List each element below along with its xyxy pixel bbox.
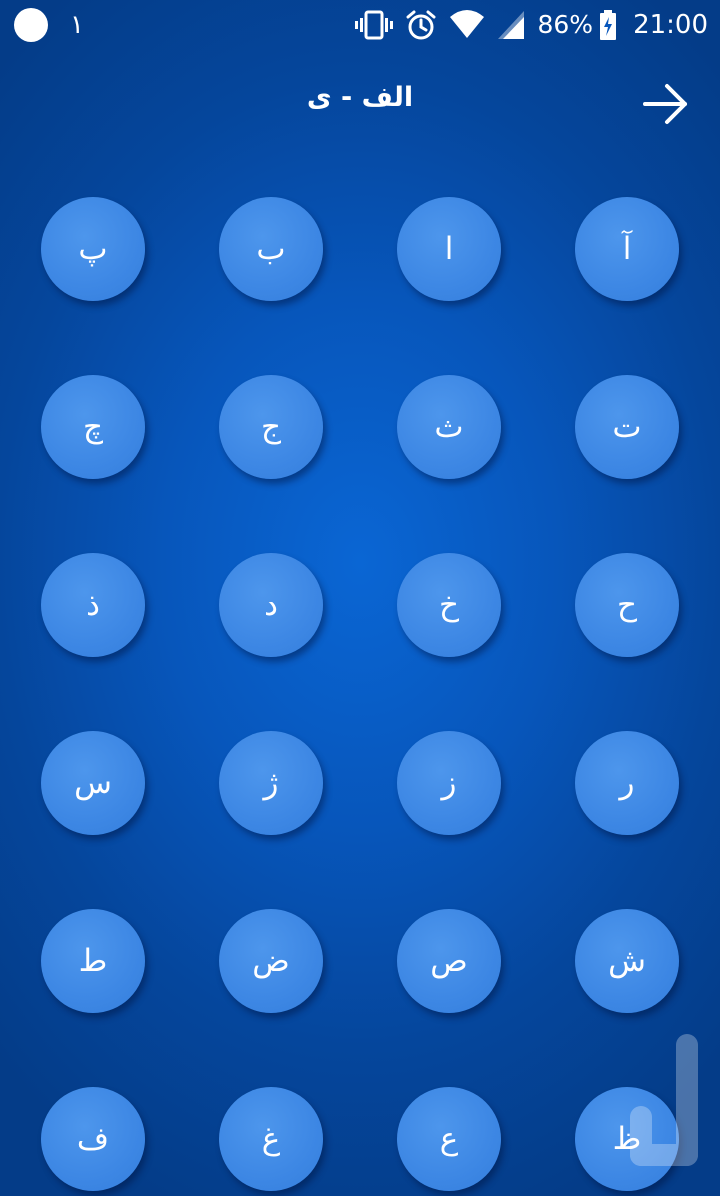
letter-label: ض <box>252 942 290 979</box>
letter-button-ze[interactable]: ز <box>397 731 501 835</box>
letter-label: آ <box>622 230 632 267</box>
letter-button-shin[interactable]: ش <box>575 909 679 1013</box>
letter-button-te[interactable]: ت <box>575 375 679 479</box>
letter-button-eyn[interactable]: ع <box>397 1087 501 1191</box>
letter-button-zhe[interactable]: ژ <box>219 731 323 835</box>
letter-label: ج <box>260 408 281 445</box>
letter-label: ص <box>430 942 468 979</box>
letter-button-se[interactable]: ث <box>397 375 501 479</box>
letter-label: ع <box>439 1120 459 1157</box>
letter-button-che[interactable]: چ <box>41 375 145 479</box>
letter-button-fe[interactable]: ف <box>41 1087 145 1191</box>
letter-button-sin[interactable]: س <box>41 731 145 835</box>
letter-button-pe[interactable]: پ <box>41 197 145 301</box>
letter-label: ت <box>612 408 642 445</box>
letter-label: ش <box>608 942 646 979</box>
letter-label: ز <box>441 764 457 801</box>
letter-label: پ <box>78 230 108 267</box>
letter-button-dal[interactable]: د <box>219 553 323 657</box>
letter-button-alef-madda[interactable]: آ <box>575 197 679 301</box>
letter-button-zad[interactable]: ض <box>219 909 323 1013</box>
letter-label: چ <box>82 408 103 445</box>
letter-label: ر <box>619 764 635 801</box>
letter-label: غ <box>261 1120 281 1157</box>
store-watermark-icon <box>624 1026 704 1180</box>
letter-button-khe[interactable]: خ <box>397 553 501 657</box>
letter-label: د <box>264 586 278 623</box>
letter-button-re[interactable]: ر <box>575 731 679 835</box>
letter-label: ا <box>444 230 454 267</box>
letter-label: خ <box>438 586 459 623</box>
letter-button-gheyn[interactable]: غ <box>219 1087 323 1191</box>
letter-label: ژ <box>263 764 279 801</box>
letter-button-jim[interactable]: ج <box>219 375 323 479</box>
letter-button-be[interactable]: ب <box>219 197 323 301</box>
letter-label: س <box>74 764 112 801</box>
letter-button-ta[interactable]: ط <box>41 909 145 1013</box>
letter-button-zal[interactable]: ذ <box>41 553 145 657</box>
letter-button-alef[interactable]: ا <box>397 197 501 301</box>
letter-label: ب <box>256 230 286 267</box>
letter-label: ف <box>76 1120 110 1157</box>
letter-button-sad[interactable]: ص <box>397 909 501 1013</box>
letter-label: ذ <box>86 586 100 623</box>
letter-button-he-jimi[interactable]: ح <box>575 553 679 657</box>
letter-label: ث <box>434 408 464 445</box>
letter-label: ط <box>78 942 108 979</box>
letter-grid: آ ا ب پ ت ث ج چ ح خ د ذ ر ز ژ س ش ص ض ط … <box>0 0 720 1196</box>
letter-label: ح <box>616 586 637 623</box>
